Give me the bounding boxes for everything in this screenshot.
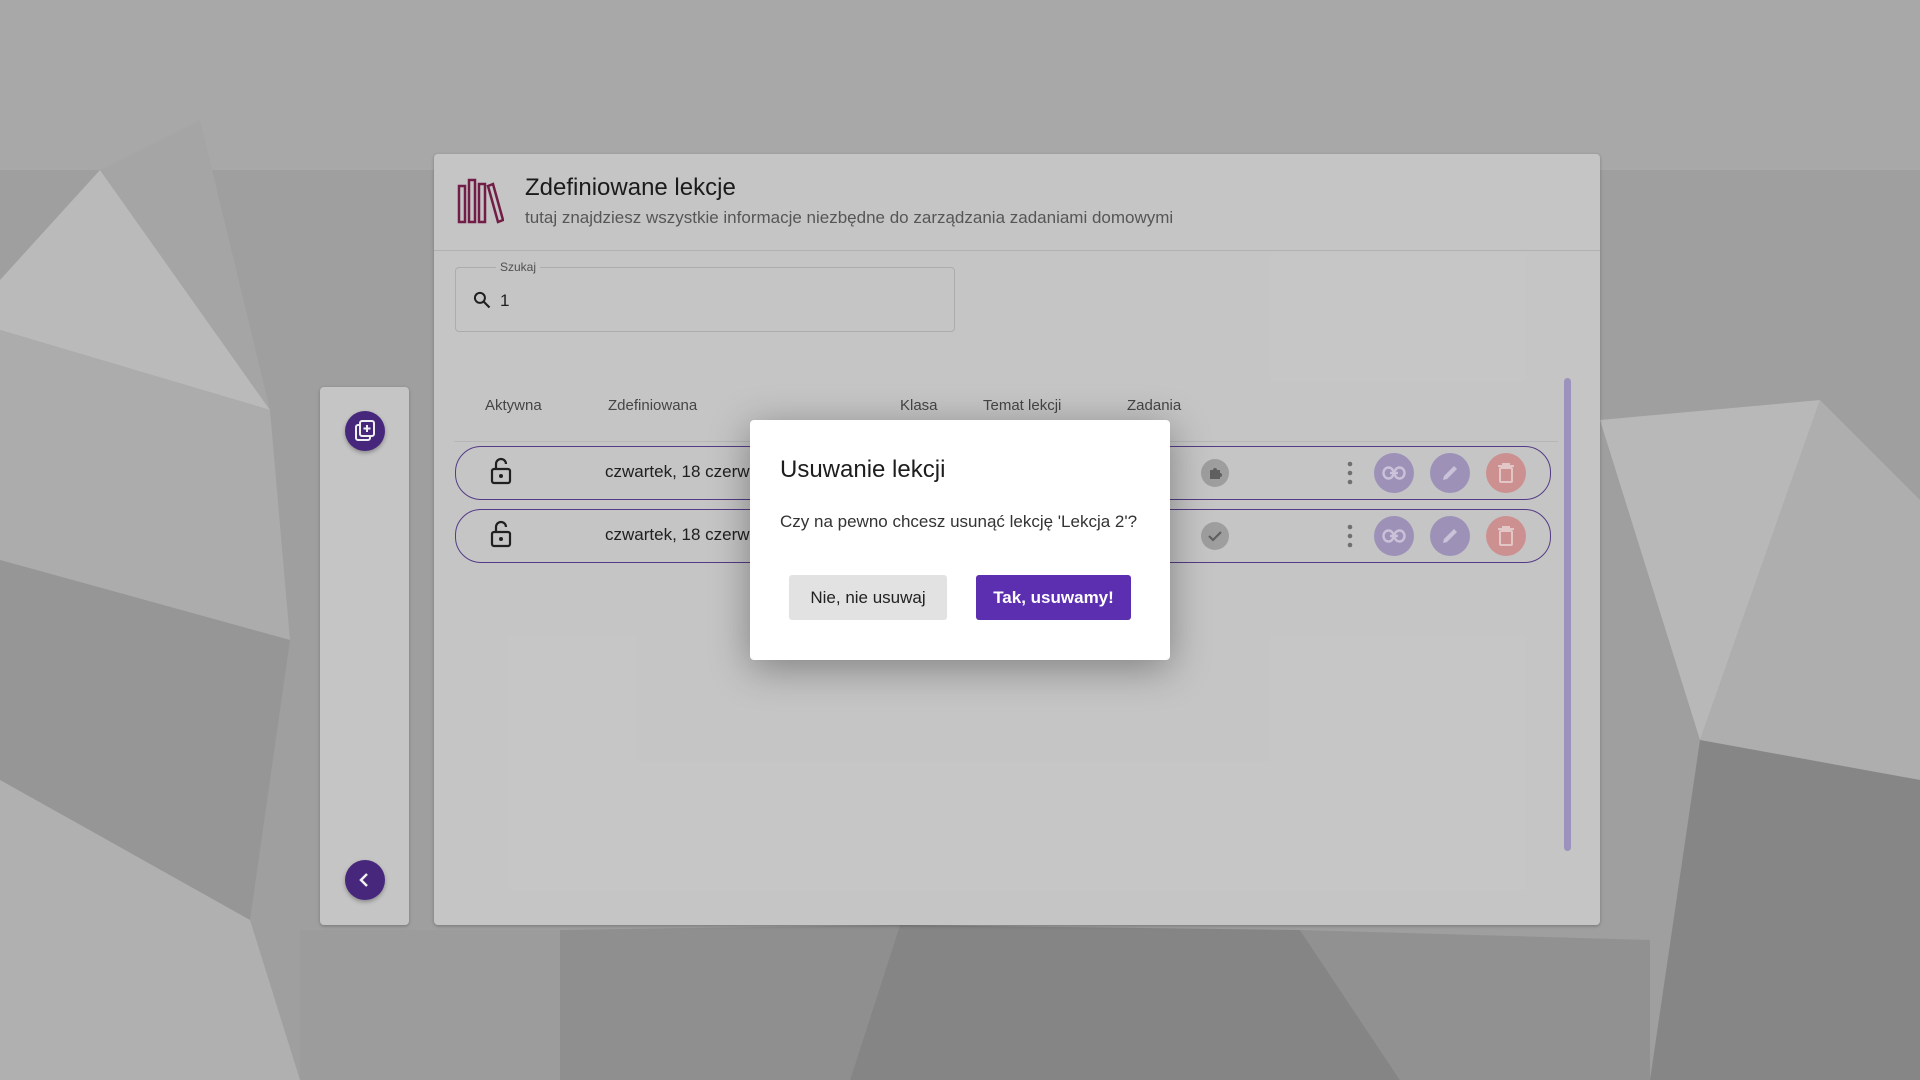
dialog-title: Usuwanie lekcji — [780, 456, 946, 483]
confirm-delete-button[interactable]: Tak, usuwamy! — [976, 575, 1131, 620]
delete-lesson-dialog: Usuwanie lekcji Czy na pewno chcesz usun… — [750, 420, 1170, 660]
cancel-button[interactable]: Nie, nie usuwaj — [789, 575, 947, 620]
dialog-message: Czy na pewno chcesz usunąć lekcję 'Lekcj… — [780, 512, 1138, 531]
